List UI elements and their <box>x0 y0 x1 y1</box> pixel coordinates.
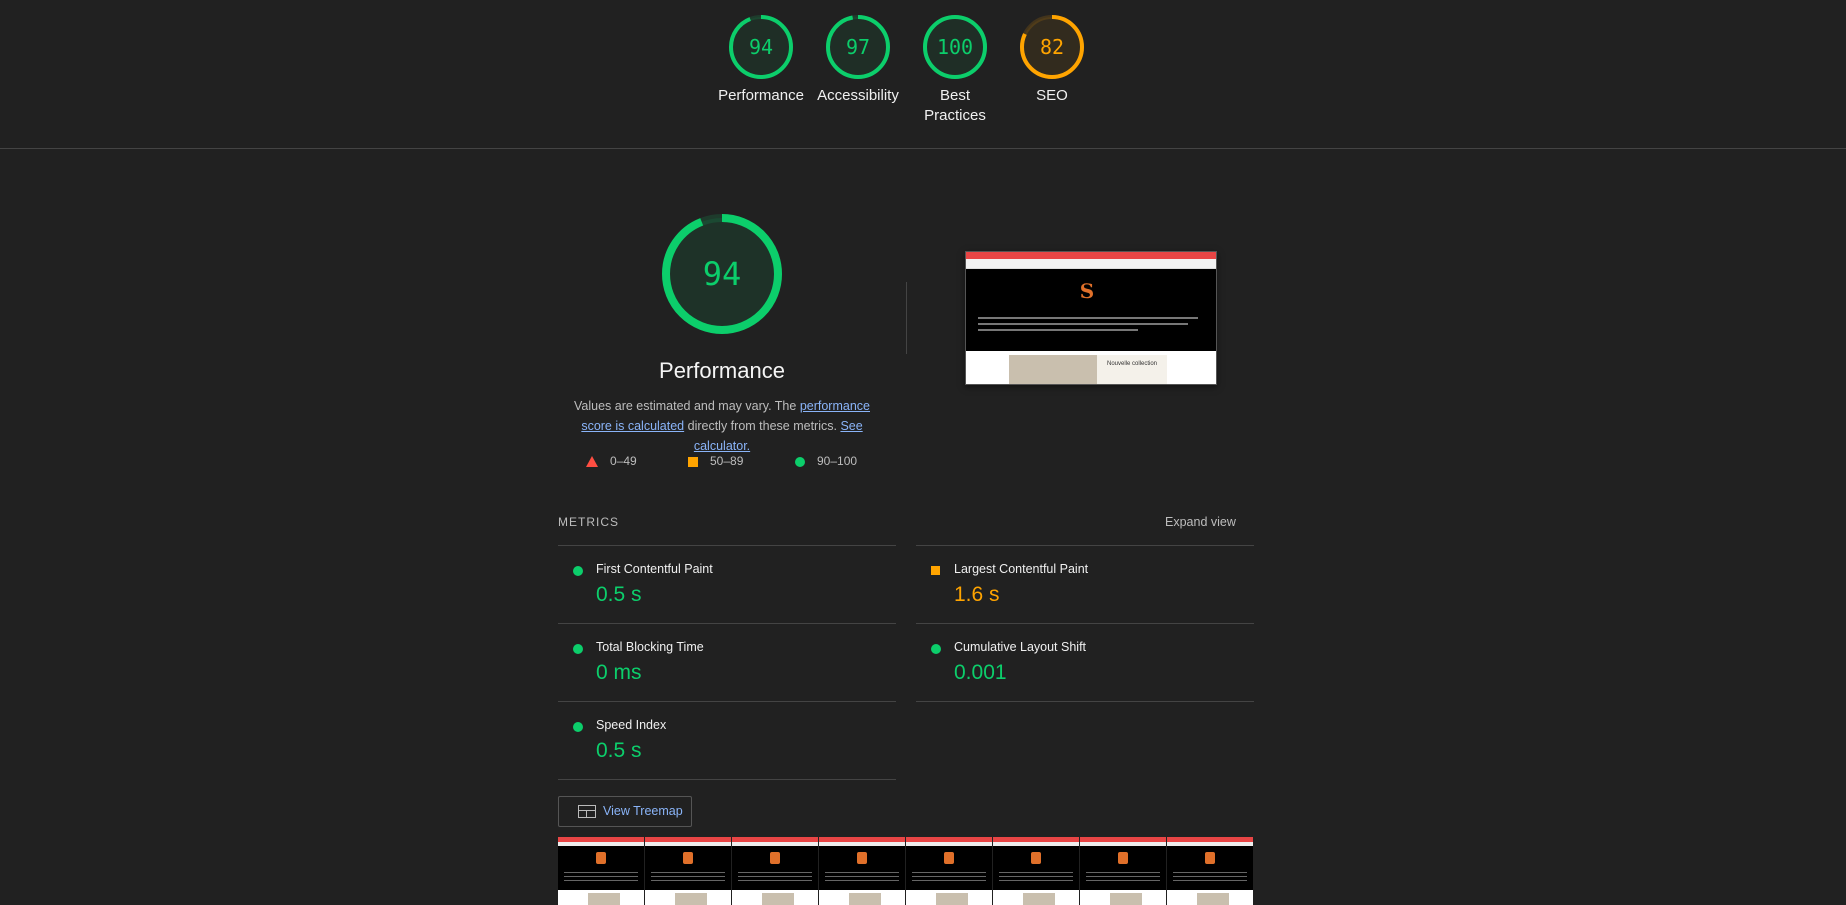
gauge-score: 94 <box>749 35 773 59</box>
thumb-image <box>1009 355 1097 384</box>
metrics-right-column: Largest Contentful Paint 1.6 s Cumulativ… <box>916 545 1254 702</box>
performance-score: 94 <box>703 255 742 293</box>
gauge-best-practices[interactable]: 100 Best Practices <box>900 14 1010 126</box>
filmstrip <box>558 837 1255 905</box>
metric-tbt[interactable]: Total Blocking Time 0 ms <box>558 623 896 701</box>
performance-description: Values are estimated and may vary. The p… <box>574 399 870 453</box>
gauge-label: Accessibility <box>817 87 899 104</box>
pass-circle-icon <box>573 722 583 732</box>
filmstrip-frame <box>645 837 731 905</box>
gauge-ring: 94 <box>729 15 793 79</box>
thumb-card: Nouvelle collection <box>1097 355 1167 384</box>
metric-cls[interactable]: Cumulative Layout Shift 0.001 <box>916 623 1254 701</box>
gauge-ring: 82 <box>1020 15 1084 79</box>
filmstrip-frame <box>819 837 905 905</box>
pass-circle-icon <box>931 644 941 654</box>
gauge-score: 97 <box>846 35 870 59</box>
score-summary-bar: 94 Performance 97 Accessibility 100 Best… <box>0 0 1846 149</box>
pass-circle-icon <box>573 566 583 576</box>
average-square-icon <box>931 566 940 575</box>
metric-value: 0.5 s <box>596 583 642 606</box>
legend-pass: 90–100 <box>795 454 857 468</box>
metric-value: 0.5 s <box>596 739 642 762</box>
gauge-performance[interactable]: 94 Performance <box>706 14 816 106</box>
filmstrip-frame <box>906 837 992 905</box>
view-treemap-button[interactable]: View Treemap <box>558 796 692 827</box>
metric-value: 0.001 <box>954 661 1007 684</box>
filmstrip-frame <box>732 837 818 905</box>
site-logo-icon: S <box>1079 279 1095 303</box>
metric-value: 1.6 s <box>954 583 1000 606</box>
treemap-icon <box>578 805 596 818</box>
legend-average: 50–89 <box>688 454 743 468</box>
metrics-heading: METRICS <box>558 515 619 529</box>
filmstrip-frame <box>1167 837 1253 905</box>
legend-fail: 0–49 <box>586 454 637 468</box>
metric-fcp[interactable]: First Contentful Paint 0.5 s <box>558 545 896 623</box>
gauge-label: Best Practices <box>924 87 986 124</box>
divider <box>906 282 907 354</box>
gauge-label: SEO <box>1036 87 1068 104</box>
performance-gauge: 94 <box>662 214 782 334</box>
expand-view-button[interactable]: Expand view <box>1165 515 1236 529</box>
circle-icon <box>795 456 805 467</box>
metrics-left-column: First Contentful Paint 0.5 s Total Block… <box>558 545 896 780</box>
metric-lcp[interactable]: Largest Contentful Paint 1.6 s <box>916 545 1254 623</box>
filmstrip-frame <box>558 837 644 905</box>
square-icon <box>688 456 698 467</box>
pass-circle-icon <box>573 644 583 654</box>
performance-title: Performance <box>659 358 785 383</box>
filmstrip-frame <box>993 837 1079 905</box>
gauge-ring: 100 <box>923 15 987 79</box>
metric-speed-index[interactable]: Speed Index 0.5 s <box>558 701 896 779</box>
metric-value: 0 ms <box>596 661 642 684</box>
final-screenshot[interactable]: S Nouvelle collection <box>965 251 1217 385</box>
triangle-icon <box>586 456 598 468</box>
gauge-label: Performance <box>718 87 804 104</box>
gauge-score: 82 <box>1040 35 1064 59</box>
filmstrip-frame <box>1080 837 1166 905</box>
gauge-ring: 97 <box>826 15 890 79</box>
gauge-seo[interactable]: 82 SEO <box>997 14 1107 106</box>
gauge-score: 100 <box>937 35 973 59</box>
gauge-accessibility[interactable]: 97 Accessibility <box>803 14 913 106</box>
